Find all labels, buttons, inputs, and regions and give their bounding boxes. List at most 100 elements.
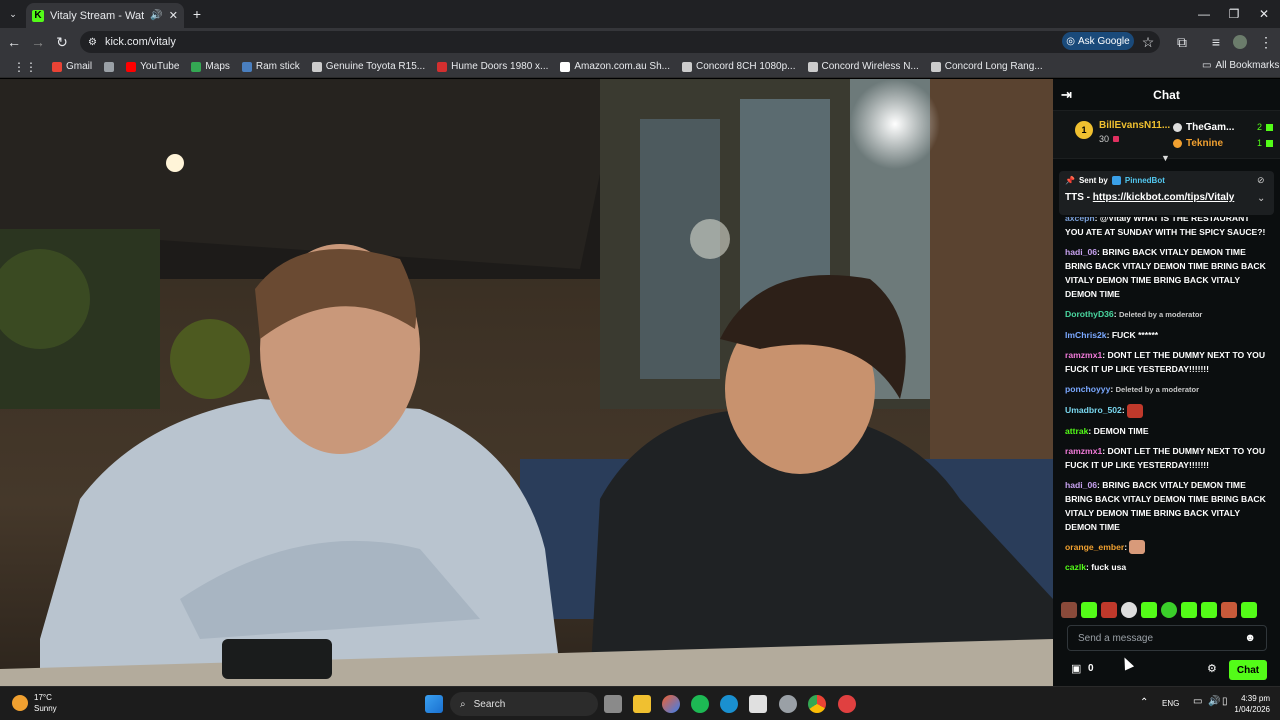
battery-icon[interactable]: ▯ (1222, 696, 1228, 707)
back-button[interactable]: ← (4, 32, 24, 52)
taskbar-search[interactable]: ⌕ Search (450, 692, 598, 716)
gift-box-icon[interactable]: ▣ (1071, 662, 1081, 675)
pinned-text-prefix: TTS - (1065, 192, 1093, 203)
clock[interactable]: 4:39 pm 1/04/2026 (1234, 693, 1270, 715)
maximize-button[interactable]: ❐ (1218, 0, 1250, 28)
bookmark-item[interactable]: YouTube (121, 61, 184, 72)
chat-title: Chat (1153, 87, 1180, 102)
bot-icon (1111, 176, 1121, 185)
emote-button[interactable] (1141, 602, 1157, 618)
close-window-button[interactable]: ✕ (1248, 0, 1280, 28)
gift-leaderboard[interactable]: 1 BillEvansN11... 30 TheGam... 2 Teknine… (1053, 111, 1280, 159)
chat-username[interactable]: ponchoyyy (1065, 384, 1110, 394)
emote-button[interactable] (1221, 602, 1237, 618)
chat-username[interactable]: attrak (1065, 426, 1088, 436)
chrome-alt-icon[interactable] (838, 695, 856, 713)
address-bar[interactable]: ⚙ kick.com/vitaly (80, 31, 1160, 53)
pinned-link[interactable]: https://kickbot.com/tips/Vitaly (1093, 192, 1235, 203)
bookmark-item[interactable]: Concord Wireless N... (803, 61, 924, 72)
media-controls-icon[interactable]: ≡ (1206, 32, 1226, 52)
search-icon: ⌕ (460, 698, 466, 710)
emote-button[interactable] (1101, 602, 1117, 618)
url-text[interactable]: kick.com/vitaly (105, 36, 176, 48)
pinned-message[interactable]: 📌 Sent by PinnedBot ⊘ TTS - https://kick… (1059, 171, 1274, 215)
emote-button[interactable] (1181, 602, 1197, 618)
reload-button[interactable]: ↻ (52, 32, 72, 52)
bookmark-item[interactable]: Concord 8CH 1080p... (677, 61, 801, 72)
rank-3-name: Teknine (1186, 137, 1224, 149)
chrome-icon[interactable] (808, 695, 826, 713)
chat-username[interactable]: ramzmx1 (1065, 350, 1102, 360)
file-explorer-icon[interactable] (633, 695, 651, 713)
spotify-icon[interactable] (691, 695, 709, 713)
bookmark-item[interactable] (99, 61, 119, 72)
edge-icon[interactable] (720, 695, 738, 713)
collapse-chat-icon[interactable]: ⇥ (1061, 87, 1072, 103)
minimize-button[interactable]: — (1188, 0, 1220, 28)
emote-button[interactable] (1241, 602, 1257, 618)
unpin-icon[interactable]: ⊘ (1257, 175, 1265, 186)
emote-button[interactable] (1201, 602, 1217, 618)
chat-message: ImChris2k: FUCK ****** (1065, 330, 1159, 340)
bookmark-favicon-icon (126, 61, 137, 72)
bookmark-item[interactable]: Amazon.com.au Sh... (555, 61, 675, 72)
chat-username[interactable]: hadi_06 (1065, 480, 1097, 490)
new-tab-button[interactable]: + (188, 5, 206, 23)
bookmark-item[interactable]: Genuine Toyota R15... (307, 61, 430, 72)
bookmark-item[interactable]: Gmail (47, 61, 97, 72)
tray-overflow-icon[interactable]: ⌃ (1140, 697, 1148, 708)
bookmark-label: Concord 8CH 1080p... (695, 61, 796, 72)
chat-message-input[interactable]: Send a message ☻ (1067, 625, 1267, 651)
tab-search-button[interactable]: ⌄ (4, 5, 22, 23)
browser-tab-active[interactable]: K Vitaly Stream - Watch Live o 🔊 ✕ (26, 3, 184, 28)
language-indicator[interactable]: ENG (1162, 699, 1179, 708)
bookmark-favicon-icon (437, 61, 448, 72)
chat-username[interactable]: ImChris2k (1065, 330, 1107, 340)
chat-send-button[interactable]: Chat (1229, 660, 1267, 680)
chat-username[interactable]: orange_ember (1065, 542, 1124, 552)
close-tab-icon[interactable]: ✕ (169, 9, 178, 22)
windows-start-icon[interactable] (425, 695, 443, 713)
chat-username[interactable]: ramzmx1 (1065, 446, 1102, 456)
bookmark-item[interactable]: Concord Long Rang... (926, 61, 1048, 72)
bookmark-star-icon[interactable]: ☆ (1138, 32, 1158, 52)
expand-pinned-icon[interactable]: ⌄ (1257, 193, 1265, 204)
chat-username[interactable]: DorothyD36 (1065, 309, 1114, 319)
bookmark-item[interactable]: Hume Doors 1980 x... (432, 61, 553, 72)
bookmark-favicon-icon (52, 61, 62, 72)
apps-grid-icon[interactable]: ⋮⋮ (8, 60, 45, 74)
ask-google-button[interactable]: ◎ Ask Google (1062, 32, 1134, 50)
audio-icon[interactable]: 🔊 (150, 10, 162, 21)
bookmark-item[interactable]: Ram stick (237, 61, 305, 72)
pinned-sent-by: Sent by (1078, 176, 1108, 185)
chat-username[interactable]: hadi_06 (1065, 247, 1097, 257)
settings-app-icon[interactable] (779, 695, 797, 713)
emote-button[interactable] (1121, 602, 1137, 618)
store-icon[interactable] (749, 695, 767, 713)
emote-button[interactable] (1081, 602, 1097, 618)
weather-widget[interactable]: 17°C Sunny (12, 692, 57, 714)
all-bookmarks-button[interactable]: ▭ All Bookmarks (1202, 60, 1279, 71)
profile-avatar[interactable] (1230, 32, 1250, 52)
site-info-icon[interactable]: ⚙ (88, 37, 97, 48)
video-player[interactable] (0, 79, 1053, 686)
bookmark-favicon-icon (681, 61, 692, 72)
expand-leaderboard-icon[interactable]: ▼ (1161, 153, 1170, 163)
emote-button[interactable] (1061, 602, 1077, 618)
chat-username[interactable]: axceph (1065, 217, 1095, 223)
chat-username[interactable]: Umadbro_502 (1065, 405, 1122, 415)
emoji-picker-icon[interactable]: ☻ (1244, 632, 1256, 644)
volume-icon[interactable]: 🔊 (1208, 696, 1220, 707)
chat-settings-icon[interactable]: ⚙ (1207, 662, 1217, 675)
copilot-icon[interactable] (662, 695, 680, 713)
chat-username[interactable]: cazlk (1065, 562, 1086, 572)
extensions-icon[interactable]: ⧉ (1172, 32, 1192, 52)
forward-button[interactable]: → (28, 32, 48, 52)
monitor-icon[interactable]: ▭ (1193, 696, 1202, 707)
deleted-notice: Deleted by a moderator (1118, 310, 1203, 319)
bookmark-item[interactable]: Maps (186, 61, 234, 72)
deleted-notice: Deleted by a moderator (1115, 385, 1199, 394)
emote-button[interactable] (1161, 602, 1177, 618)
menu-icon[interactable]: ⋮ (1256, 32, 1276, 52)
task-view-icon[interactable] (604, 695, 622, 713)
